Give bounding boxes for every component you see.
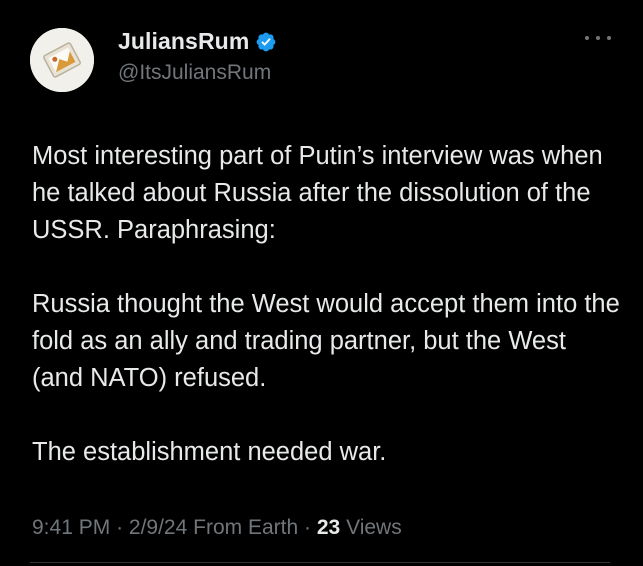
tweet-paragraph: Russia thought the West would accept the…: [32, 290, 620, 392]
avatar[interactable]: [30, 28, 94, 92]
divider: [30, 562, 610, 563]
more-options-icon[interactable]: [585, 28, 611, 48]
dot: [596, 36, 600, 40]
tweet-source: From Earth: [193, 516, 299, 539]
tweet-date[interactable]: 2/9/24: [129, 516, 187, 539]
dot: [585, 36, 589, 40]
tweet-paragraph: The establishment needed war.: [32, 438, 387, 466]
tweet-time[interactable]: 9:41 PM: [32, 516, 110, 539]
views-count[interactable]: 23: [317, 516, 340, 539]
tweet-meta: 9:41 PM · 2/9/24 From Earth · 23 Views: [32, 516, 402, 540]
author-handle[interactable]: @ItsJuliansRum: [118, 61, 271, 85]
author-name-row[interactable]: JuliansRum: [118, 28, 277, 55]
meta-separator: ·: [116, 516, 124, 539]
tweet-card: JuliansRum @ItsJuliansRum Most interesti…: [0, 0, 643, 566]
display-name[interactable]: JuliansRum: [118, 28, 249, 55]
dot: [607, 36, 611, 40]
avatar-image: [30, 28, 94, 92]
meta-separator: ·: [304, 516, 312, 539]
verified-badge-icon: [255, 31, 277, 53]
tweet-paragraph: Most interesting part of Putin’s intervi…: [32, 142, 603, 244]
views-label[interactable]: Views: [346, 516, 402, 539]
tweet-text: Most interesting part of Putin’s intervi…: [32, 138, 622, 471]
